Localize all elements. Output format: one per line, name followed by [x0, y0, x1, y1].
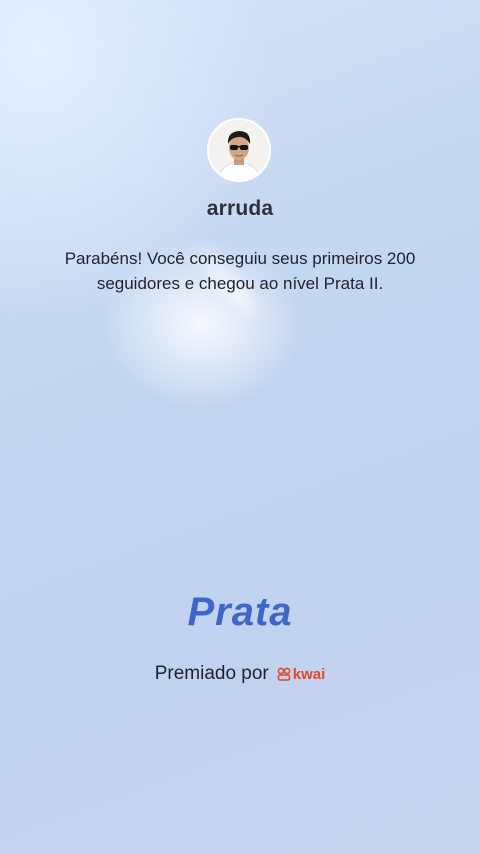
- awarded-by-label: Premiado por: [154, 663, 269, 684]
- awarded-by: Premiado por kwai: [0, 663, 480, 685]
- brand-link[interactable]: kwai: [277, 665, 326, 683]
- kwai-logo-icon: [277, 667, 291, 681]
- congratulations-message: Parabéns! Você conseguiu seus primeiros …: [64, 249, 416, 293]
- avatar[interactable]: [207, 118, 271, 182]
- brand-name: kwai: [292, 665, 326, 683]
- user-avatar-photo-icon: [209, 120, 269, 180]
- level-title: Prata: [187, 590, 293, 634]
- username: arruda: [206, 197, 274, 220]
